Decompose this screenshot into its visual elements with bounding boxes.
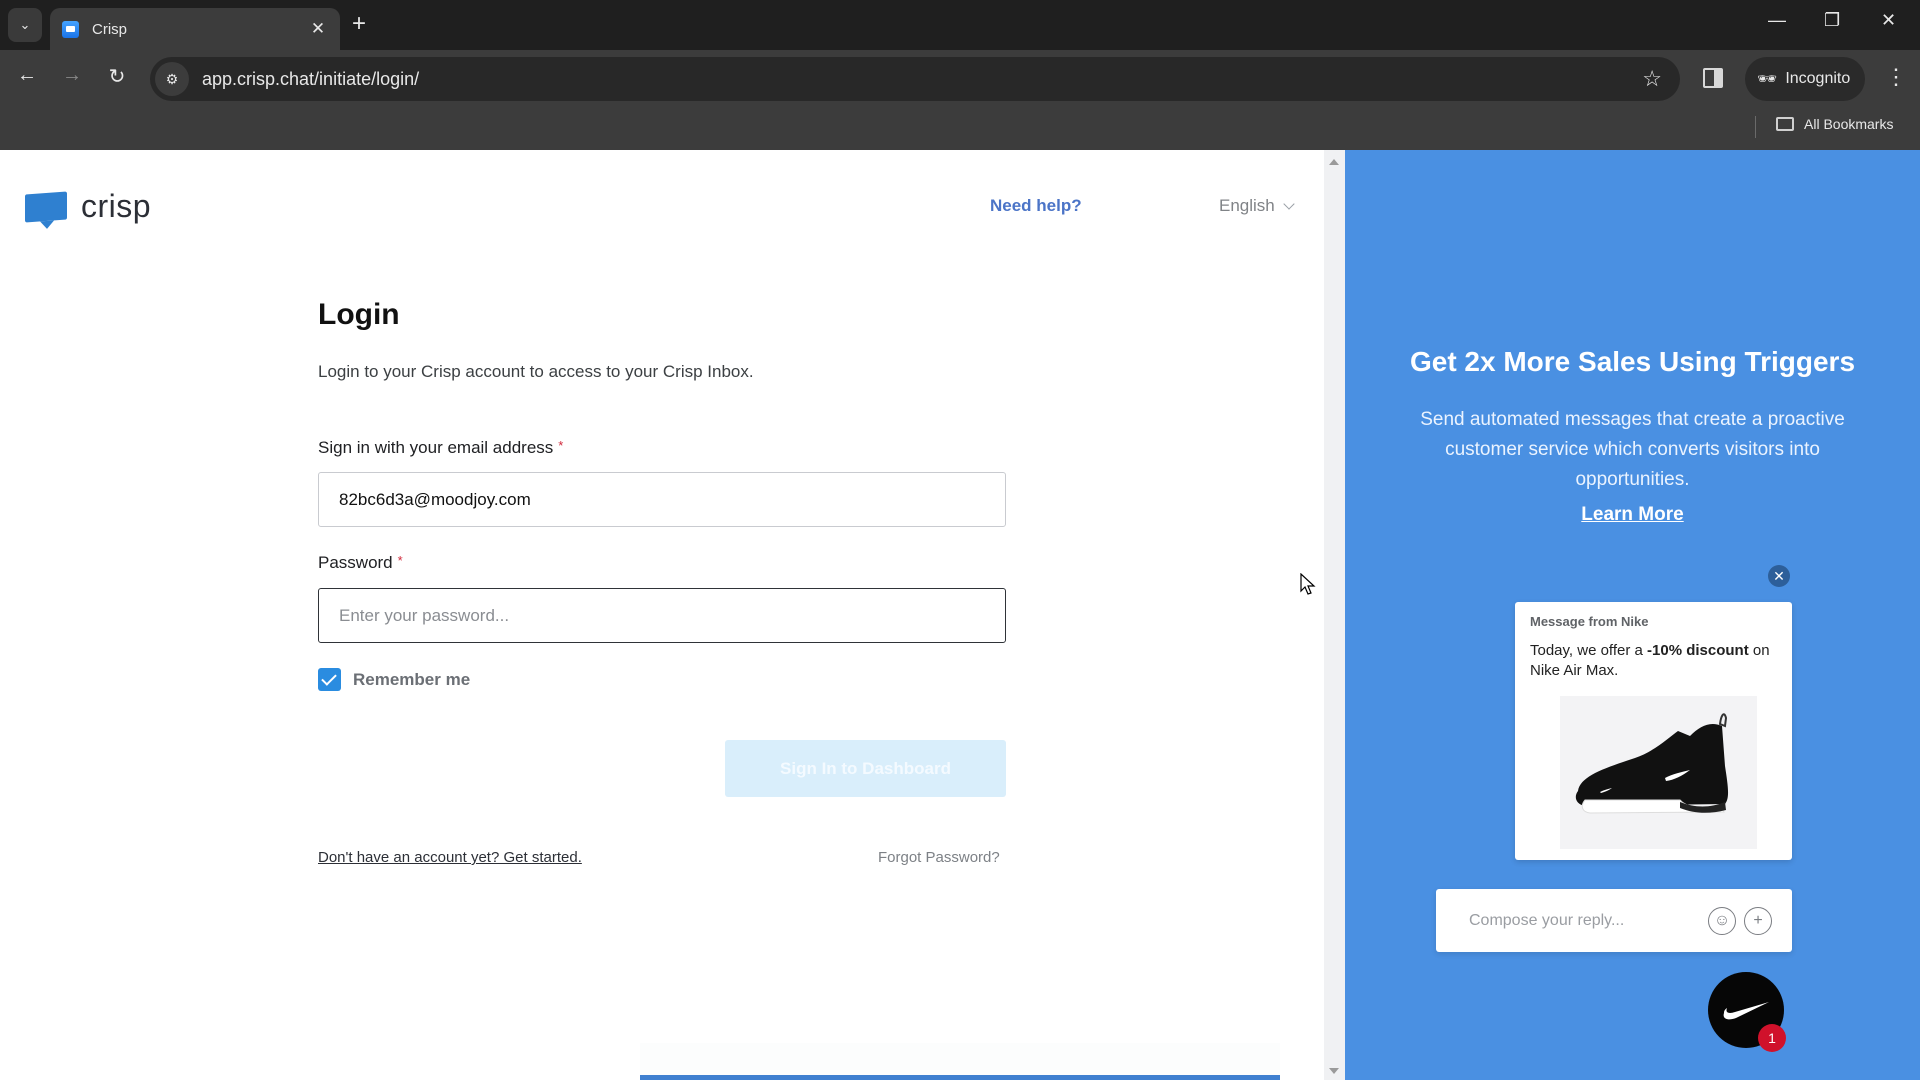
chevron-down-icon: ⌄ xyxy=(19,17,31,32)
crisp-logo[interactable]: crisp xyxy=(25,188,151,225)
chevron-down-icon xyxy=(1283,198,1295,210)
message-text: Today, we offer a -10% discount on Nike … xyxy=(1530,641,1785,681)
nike-swoosh-icon xyxy=(1723,1002,1769,1020)
scroll-up-arrow-icon[interactable] xyxy=(1329,159,1339,165)
new-tab-button[interactable]: + xyxy=(352,10,366,38)
minimize-button[interactable]: — xyxy=(1768,10,1786,31)
address-bar[interactable]: ⚙ app.crisp.chat/initiate/login/ ☆ xyxy=(150,57,1680,101)
url-text[interactable]: app.crisp.chat/initiate/login/ xyxy=(202,69,1642,90)
window-close-button[interactable]: ✕ xyxy=(1881,10,1896,31)
chat-compose-box[interactable]: ☺ + xyxy=(1436,889,1792,952)
tab-close-icon[interactable]: ✕ xyxy=(308,19,328,39)
email-value: 82bc6d3a@moodjoy.com xyxy=(339,489,531,509)
learn-more-link[interactable]: Learn More xyxy=(1345,504,1920,526)
forgot-password-link[interactable]: Forgot Password? xyxy=(878,849,1000,866)
need-help-link[interactable]: Need help? xyxy=(990,196,1082,216)
language-selector[interactable]: English xyxy=(1219,196,1295,216)
logo-text: crisp xyxy=(81,188,152,224)
restore-button[interactable]: ❐ xyxy=(1824,10,1840,31)
message-text-bold: -10% discount xyxy=(1647,642,1749,659)
kebab-menu-icon[interactable]: ⋮ xyxy=(1885,64,1907,90)
incognito-label: Incognito xyxy=(1785,70,1851,87)
email-field[interactable]: 82bc6d3a@moodjoy.com xyxy=(318,472,1006,527)
bookmarks-bar: All Bookmarks xyxy=(0,108,1920,150)
browser-tab-bar: ⌄ Crisp ✕ + — ❐ ✕ xyxy=(0,0,1920,50)
get-started-link[interactable]: Don't have an account yet? Get started. xyxy=(318,849,582,866)
all-bookmarks-label: All Bookmarks xyxy=(1804,116,1894,132)
scroll-down-arrow-icon[interactable] xyxy=(1329,1068,1339,1074)
promo-body: Send automated messages that create a pr… xyxy=(1420,409,1845,490)
reload-icon[interactable]: ↻ xyxy=(102,64,132,89)
login-subtitle: Login to your Crisp account to access to… xyxy=(318,362,754,381)
bookmark-star-icon[interactable]: ☆ xyxy=(1642,66,1662,92)
forward-arrow-icon[interactable]: → xyxy=(57,64,87,87)
login-pane: crisp Need help? English Login Login to … xyxy=(0,150,1324,1080)
browser-toolbar: ← → ↻ ⚙ app.crisp.chat/initiate/login/ ☆… xyxy=(0,50,1920,108)
email-label: Sign in with your email address * xyxy=(318,438,563,458)
compose-reply-input[interactable] xyxy=(1469,911,1708,930)
sneaker-image xyxy=(1560,696,1757,849)
unread-badge: 1 xyxy=(1758,1024,1786,1052)
password-label: Password * xyxy=(318,553,403,573)
folder-icon xyxy=(1776,117,1794,131)
widget-close-icon[interactable]: ✕ xyxy=(1768,565,1790,587)
language-label: English xyxy=(1219,196,1275,215)
remember-me-label: Remember me xyxy=(353,669,471,689)
required-marker: * xyxy=(397,553,403,568)
site-info-icon[interactable]: ⚙ xyxy=(155,62,189,96)
crisp-favicon-icon xyxy=(62,20,79,38)
required-marker: * xyxy=(558,438,564,453)
email-label-text: Sign in with your email address xyxy=(318,438,554,457)
incognito-indicator[interactable]: 🕶 Incognito xyxy=(1745,57,1865,101)
tab-title: Crisp xyxy=(92,20,128,38)
emoji-icon[interactable]: ☺ xyxy=(1708,906,1736,935)
sign-in-button[interactable]: Sign In to Dashboard xyxy=(725,740,1006,797)
page-title: Login xyxy=(318,298,400,331)
all-bookmarks-button[interactable]: All Bookmarks xyxy=(1776,116,1893,132)
tab-search-button[interactable]: ⌄ xyxy=(8,8,42,42)
bottom-accent-bar xyxy=(640,1075,1280,1080)
mouse-cursor-icon xyxy=(1300,573,1316,595)
message-text-start: Today, we offer a xyxy=(1530,642,1648,659)
remember-me-toggle[interactable]: Remember me xyxy=(318,668,470,691)
message-sender: Message from Nike xyxy=(1530,614,1649,629)
page-scrollbar[interactable] xyxy=(1324,150,1345,1080)
side-panel-icon[interactable] xyxy=(1703,68,1723,88)
chat-bubble-logo-icon xyxy=(25,191,67,222)
attach-plus-icon[interactable]: + xyxy=(1744,906,1772,935)
password-field[interactable] xyxy=(318,588,1006,643)
back-arrow-icon[interactable]: ← xyxy=(12,64,42,87)
chat-message-card: Message from Nike Today, we offer a -10%… xyxy=(1515,602,1792,860)
browser-tab[interactable]: Crisp ✕ xyxy=(50,8,340,50)
password-label-text: Password xyxy=(318,553,393,572)
incognito-icon: 🕶 xyxy=(1757,71,1778,88)
bookmarks-divider xyxy=(1755,116,1756,138)
remember-me-checkbox[interactable] xyxy=(318,668,341,691)
promo-title: Get 2x More Sales Using Triggers xyxy=(1409,346,1856,377)
sneaker-illustration xyxy=(1575,713,1729,814)
